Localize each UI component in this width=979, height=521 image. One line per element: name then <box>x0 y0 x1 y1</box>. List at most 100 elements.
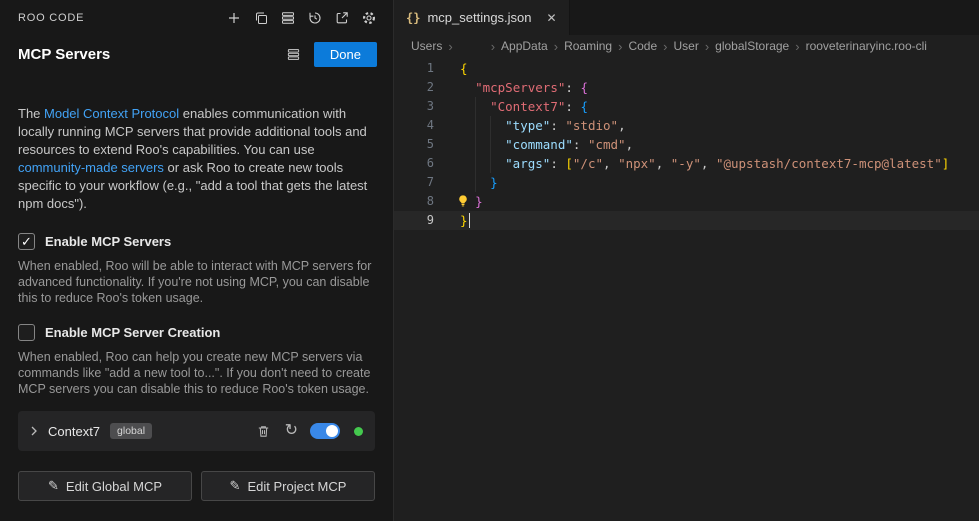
tab-close-icon[interactable]: ✕ <box>547 11 557 25</box>
server-enabled-toggle[interactable] <box>310 423 340 439</box>
breadcrumb: Users › › AppData › Roaming › Code › User › globalS… <box>394 35 979 57</box>
text-cursor <box>469 213 471 228</box>
breadcrumb-separator: › <box>705 39 709 54</box>
code-token: "-y" <box>671 156 701 171</box>
code-token <box>460 156 505 171</box>
restart-icon[interactable]: ↻ <box>285 423 298 439</box>
history-icon[interactable] <box>307 10 323 26</box>
mcp-header: MCP Servers Done <box>0 26 393 67</box>
code-line: 4 "type": "stdio", <box>394 116 979 135</box>
gear-icon[interactable] <box>361 10 377 26</box>
scope-badge: global <box>110 423 152 439</box>
server-name[interactable]: Context7 <box>48 424 100 439</box>
code-line: 6 "args": ["/c", "npx", "-y", "@upstash/… <box>394 154 979 173</box>
model-context-protocol-link[interactable]: Model Context Protocol <box>44 106 179 121</box>
line-number: 2 <box>394 78 434 97</box>
server-status-dot <box>354 427 363 436</box>
code-token: "@upstash/context7-mcp@latest" <box>716 156 942 171</box>
roo-code-sidebar: ROO CODE <box>0 0 394 521</box>
toggle-knob <box>326 425 338 437</box>
enable-mcp-servers-description: When enabled, Roo will be able to intera… <box>18 258 375 306</box>
code-token: , <box>618 118 626 133</box>
lightbulb-icon[interactable] <box>456 194 470 208</box>
trash-icon[interactable] <box>256 424 271 439</box>
breadcrumb-item[interactable]: User <box>673 39 698 53</box>
line-number: 5 <box>394 135 434 154</box>
line-content: "args": ["/c", "npx", "-y", "@upstash/co… <box>434 154 979 173</box>
code-line: 2 "mcpServers": { <box>394 78 979 97</box>
breadcrumb-item[interactable]: rooveterinaryinc.roo-cli <box>806 39 927 53</box>
code-line: 9} <box>394 211 979 230</box>
editor-area: {} mcp_settings.json ✕ Users › › AppData › Ro… <box>394 0 979 521</box>
breadcrumb-separator: › <box>491 39 495 54</box>
server-icon[interactable] <box>286 47 302 63</box>
code-token: "command" <box>505 137 573 152</box>
code-token: "args" <box>505 156 550 171</box>
sidebar-top-bar: ROO CODE <box>0 0 393 26</box>
server-stack-icon[interactable] <box>280 10 296 26</box>
chevron-right-icon[interactable] <box>28 423 40 439</box>
pencil-icon: ✎ <box>48 478 59 494</box>
code-line: 5 "command": "cmd", <box>394 135 979 154</box>
breadcrumb-item[interactable]: AppData <box>501 39 548 53</box>
code-token: "Context7" <box>490 99 565 114</box>
breadcrumb-separator: › <box>795 39 799 54</box>
checkbox-unchecked[interactable] <box>18 324 35 341</box>
tab-mcp-settings-json[interactable]: {} mcp_settings.json ✕ <box>394 0 570 35</box>
mcp-footer-buttons: ✎ Edit Global MCP ✎ Edit Project MCP <box>18 471 375 501</box>
enable-mcp-creation-checkbox-row[interactable]: Enable MCP Server Creation <box>18 324 375 341</box>
enable-mcp-servers-checkbox-row[interactable]: ✓ Enable MCP Servers <box>18 233 375 250</box>
page-title: MCP Servers <box>18 46 110 63</box>
code-line: 8 } <box>394 192 979 211</box>
copy-icon[interactable] <box>253 10 269 26</box>
code-token: { <box>460 61 468 76</box>
line-content: } <box>434 192 979 211</box>
line-content: "mcpServers": { <box>434 78 979 97</box>
code-token <box>460 99 490 114</box>
enable-mcp-creation-block: Enable MCP Server Creation When enabled,… <box>18 324 375 397</box>
line-number: 1 <box>394 59 434 78</box>
code-editor[interactable]: 1 {2 "mcpServers": {3 "Context7": {4 "typ… <box>394 57 979 521</box>
mcp-intro-text: The Model Context Protocol enables commu… <box>18 105 375 213</box>
code-token: , <box>656 156 671 171</box>
enable-mcp-creation-label: Enable MCP Server Creation <box>45 325 220 340</box>
json-file-icon: {} <box>406 11 420 25</box>
check-icon: ✓ <box>21 234 32 250</box>
code-token <box>460 175 490 190</box>
line-content: "type": "stdio", <box>434 116 979 135</box>
code-token: : <box>573 137 588 152</box>
community-servers-link[interactable]: community-made servers <box>18 160 164 175</box>
edit-global-mcp-button[interactable]: ✎ Edit Global MCP <box>18 471 192 501</box>
sidebar-toolbar <box>226 10 377 26</box>
code-token: , <box>701 156 716 171</box>
open-external-icon[interactable] <box>334 10 350 26</box>
edit-project-mcp-button[interactable]: ✎ Edit Project MCP <box>201 471 375 501</box>
pencil-icon: ✎ <box>230 478 241 494</box>
code-token: [ <box>565 156 573 171</box>
brand-label: ROO CODE <box>18 12 84 24</box>
breadcrumb-separator: › <box>448 39 452 54</box>
breadcrumb-item[interactable]: Code <box>628 39 657 53</box>
enable-mcp-servers-block: ✓ Enable MCP Servers When enabled, Roo w… <box>18 233 375 306</box>
breadcrumb-separator: › <box>618 39 622 54</box>
breadcrumb-separator: › <box>554 39 558 54</box>
checkbox-checked[interactable]: ✓ <box>18 233 35 250</box>
line-content: "command": "cmd", <box>434 135 979 154</box>
code-token <box>460 137 505 152</box>
done-button[interactable]: Done <box>314 42 377 67</box>
code-line: 3 "Context7": { <box>394 97 979 116</box>
code-token <box>460 118 505 133</box>
plus-icon[interactable] <box>226 10 242 26</box>
vscode-window: ROO CODE <box>0 0 979 521</box>
line-number: 7 <box>394 173 434 192</box>
edit-project-mcp-label: Edit Project MCP <box>247 479 346 494</box>
line-number: 8 <box>394 192 434 211</box>
code-lines: 1 {2 "mcpServers": {3 "Context7": {4 "typ… <box>394 59 979 230</box>
line-number: 4 <box>394 116 434 135</box>
code-token: , <box>603 156 618 171</box>
breadcrumb-item[interactable]: Users <box>411 39 442 53</box>
breadcrumb-item[interactable]: Roaming <box>564 39 612 53</box>
editor-tab-bar: {} mcp_settings.json ✕ <box>394 0 979 35</box>
breadcrumb-item[interactable]: globalStorage <box>715 39 789 53</box>
line-content: } <box>434 173 979 192</box>
